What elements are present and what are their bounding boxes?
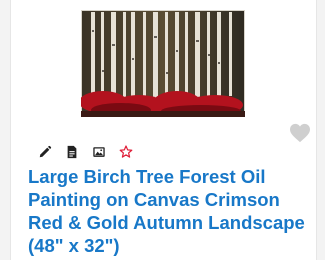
details-button[interactable] <box>60 140 83 163</box>
painting-illustration <box>81 10 245 117</box>
heart-icon <box>290 123 310 143</box>
star-outline-icon <box>119 144 132 158</box>
favorite-button[interactable] <box>289 123 311 143</box>
pencil-icon <box>39 145 51 157</box>
product-image[interactable] <box>81 10 245 117</box>
image-icon <box>92 146 105 157</box>
product-toolbar <box>33 140 137 163</box>
product-title[interactable]: Large Birch Tree Forest Oil Painting on … <box>28 165 313 257</box>
image-button[interactable] <box>87 140 110 163</box>
product-card: Large Birch Tree Forest Oil Painting on … <box>10 0 317 260</box>
document-icon <box>67 145 76 158</box>
edit-button[interactable] <box>33 140 56 163</box>
favorite-star-button[interactable] <box>114 140 137 163</box>
